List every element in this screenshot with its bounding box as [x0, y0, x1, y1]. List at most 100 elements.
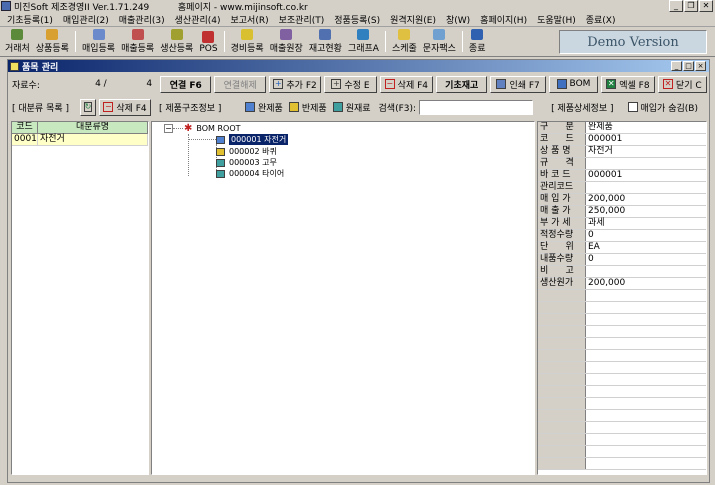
- main-toolbar: 거래처 상품등록 매입등록 매출등록 생산등록 POS 경비등록 매출원장 재고…: [0, 27, 715, 57]
- raw-material-icon: [216, 169, 225, 178]
- close-window-button[interactable]: ✕ 닫기 C: [657, 75, 707, 93]
- detail-value: 200,000: [588, 194, 626, 204]
- print-button[interactable]: 인쇄 F7: [490, 75, 546, 93]
- raw-material-icon: [332, 102, 343, 112]
- toolbar-expense-button[interactable]: 경비등록: [228, 29, 267, 54]
- detail-key: 적정수량: [538, 230, 586, 241]
- toolbar-product-button[interactable]: 상품등록: [33, 29, 72, 54]
- tree-expander[interactable]: −: [164, 124, 173, 133]
- category-refresh-button[interactable]: ↻: [80, 98, 96, 116]
- toolbar-separator: [384, 31, 386, 52]
- close-icon: ✕: [662, 79, 673, 89]
- toolbar-graph-button[interactable]: 그래프A: [345, 29, 382, 54]
- bom-node-raw[interactable]: 000004 타이어: [216, 168, 284, 179]
- menu-homepage[interactable]: 홈페이지(H): [475, 13, 532, 26]
- unlink-button[interactable]: 연결해제: [214, 75, 266, 93]
- tree-connector: [188, 134, 189, 176]
- menu-production[interactable]: 생산관리(4): [170, 13, 226, 26]
- detail-row[interactable]: 매 입 가 200,000: [538, 194, 706, 206]
- detail-row: [538, 410, 706, 422]
- restore-button[interactable]: ❐: [684, 0, 698, 12]
- menu-help[interactable]: 도움말(H): [532, 13, 581, 26]
- finished-product-icon: [245, 102, 255, 112]
- detail-row[interactable]: 바 코 드 000001: [538, 170, 706, 182]
- base-stock-button[interactable]: 기초재고: [436, 75, 488, 93]
- box-icon: [46, 29, 59, 40]
- add-button[interactable]: + 추가 F2: [268, 75, 322, 93]
- detail-row[interactable]: 생산원가 200,000: [538, 278, 706, 290]
- hide-purchase-toggle[interactable]: 매입가 숨김(B): [627, 101, 698, 114]
- bom-node-semi[interactable]: 000002 바퀴: [216, 146, 277, 157]
- bom-root-node[interactable]: ✱ BOM ROOT: [184, 123, 241, 134]
- toolbar-production-button[interactable]: 생산등록: [157, 29, 196, 54]
- detail-row[interactable]: 적정수량 0: [538, 230, 706, 242]
- bom-node-finished[interactable]: 000001 자전거: [216, 134, 289, 145]
- detail-key: 생산원가: [538, 278, 586, 289]
- app-icon: [1, 1, 11, 11]
- child-title: 품목 관리: [22, 62, 59, 73]
- link-button[interactable]: 연결 F6: [160, 75, 212, 93]
- detail-row[interactable]: 내품수량 0: [538, 254, 706, 266]
- detail-key: 관리코드: [538, 182, 586, 193]
- menu-window[interactable]: 창(W): [441, 13, 475, 26]
- search-input[interactable]: [419, 99, 534, 115]
- child-restore-button[interactable]: □: [683, 61, 694, 71]
- window-icon: [10, 61, 19, 71]
- detail-row: [538, 362, 706, 374]
- toolbar-schedule-button[interactable]: 스케줄: [389, 29, 420, 54]
- menu-remote[interactable]: 원격지원(E): [385, 13, 441, 26]
- category-name-cell: 자전거: [38, 134, 148, 145]
- detail-row[interactable]: 부 가 세 과세: [538, 218, 706, 230]
- detail-row[interactable]: 단 위 EA: [538, 242, 706, 254]
- child-close-button[interactable]: ×: [695, 61, 706, 71]
- detail-row: [538, 434, 706, 446]
- detail-row[interactable]: 비 고: [538, 266, 706, 278]
- toolbar-message-button[interactable]: 문자팩스: [420, 29, 459, 54]
- column-header-name[interactable]: 대분류명: [38, 122, 148, 133]
- search-label: 검색(F3):: [378, 103, 417, 114]
- bom-icon: [556, 79, 567, 89]
- detail-row[interactable]: 관리코드: [538, 182, 706, 194]
- edit-button[interactable]: + 수정 E: [324, 75, 377, 93]
- toolbar-pos-button[interactable]: POS: [196, 29, 220, 54]
- delete-button[interactable]: − 삭제 F4: [379, 75, 434, 93]
- close-button[interactable]: ✕: [699, 0, 713, 12]
- child-minimize-button[interactable]: _: [671, 61, 682, 71]
- category-delete-button[interactable]: − 삭제 F4: [99, 98, 151, 116]
- excel-button[interactable]: ✕ 엑셀 F8: [601, 75, 655, 93]
- menu-sales[interactable]: 매출관리(3): [114, 13, 170, 26]
- semi-product-icon: [288, 102, 299, 112]
- menu-reports[interactable]: 보고서(R): [226, 13, 274, 26]
- hide-purchase-checkbox[interactable]: [627, 102, 638, 112]
- toolbar-separator: [461, 31, 463, 52]
- detail-value: [586, 158, 706, 169]
- bom-tree: − ✱ BOM ROOT 000001 자전거 000002 바퀴 000003…: [151, 121, 535, 475]
- toolbar-exit-button[interactable]: 종료: [466, 29, 489, 54]
- toolbar-customer-button[interactable]: 거래처: [2, 29, 33, 54]
- ledger-icon: [280, 29, 293, 40]
- toolbar-sales-button[interactable]: 매출등록: [118, 29, 157, 54]
- menu-register[interactable]: 정품등록(S): [329, 13, 385, 26]
- bom-button[interactable]: BOM: [548, 75, 599, 93]
- menu-basic[interactable]: 기초등록(1): [2, 13, 58, 26]
- minimize-button[interactable]: _: [669, 0, 683, 12]
- detail-row[interactable]: 매 출 가 250,000: [538, 206, 706, 218]
- toolbar-purchase-button[interactable]: 매입등록: [79, 29, 118, 54]
- toolbar-stock-button[interactable]: 재고현황: [306, 29, 345, 54]
- child-titlebar: 품목 관리: [8, 60, 709, 73]
- menu-purchase[interactable]: 매입관리(2): [58, 13, 114, 26]
- detail-row: [538, 338, 706, 350]
- detail-row: [538, 446, 706, 458]
- bom-node-raw[interactable]: 000003 고무: [216, 157, 277, 168]
- column-header-code[interactable]: 코드: [12, 122, 38, 133]
- detail-row[interactable]: 규 격: [538, 158, 706, 170]
- toolbar-ledger-button[interactable]: 매출원장: [267, 29, 306, 54]
- demo-version-badge: Demo Version: [559, 30, 707, 54]
- menu-aux[interactable]: 보조관리(T): [274, 13, 330, 26]
- detail-row[interactable]: 구 분 완제품: [538, 122, 706, 134]
- menu-exit[interactable]: 종료(X): [581, 13, 621, 26]
- detail-row[interactable]: 코 드 000001: [538, 134, 706, 146]
- table-row[interactable]: 0001 자전거: [12, 134, 148, 146]
- detail-row[interactable]: 상 품 명 자전거: [538, 146, 706, 158]
- detail-key: 비 고: [538, 266, 586, 277]
